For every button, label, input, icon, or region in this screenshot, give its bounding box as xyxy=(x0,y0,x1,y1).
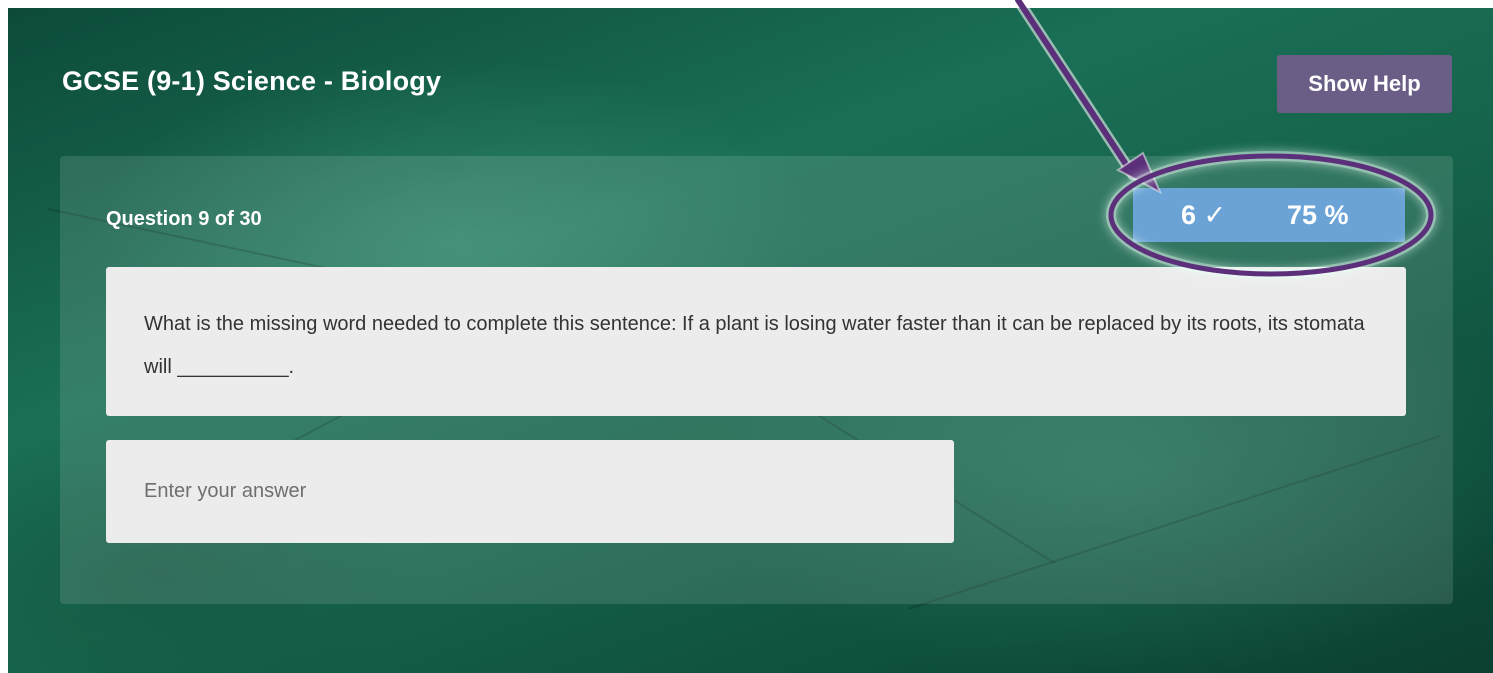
answer-input[interactable] xyxy=(106,440,954,543)
page-title: GCSE (9-1) Science - Biology xyxy=(62,66,442,96)
screenshot-stage: GCSE (9-1) Science - Biology Show Help Q… xyxy=(0,0,1493,673)
quiz-app: GCSE (9-1) Science - Biology Show Help Q… xyxy=(8,8,1493,673)
question-panel: Question 9 of 30 6 ✓ 75 % What is the mi… xyxy=(60,156,1453,604)
correct-count: 6 ✓ xyxy=(1181,200,1227,230)
score-percent: 75 % xyxy=(1287,200,1349,230)
question-counter: Question 9 of 30 xyxy=(106,208,262,230)
score-badge: 6 ✓ 75 % xyxy=(1133,188,1405,242)
question-text: What is the missing word needed to compl… xyxy=(106,267,1406,416)
show-help-button[interactable]: Show Help xyxy=(1277,55,1452,113)
